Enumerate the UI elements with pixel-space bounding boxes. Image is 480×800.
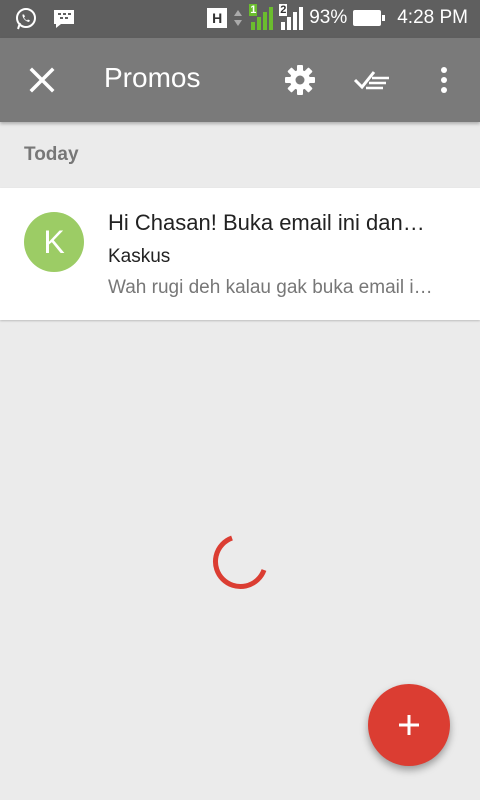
mark-all-read-icon[interactable] [352, 64, 392, 96]
bbm-icon [54, 10, 74, 28]
close-icon[interactable] [24, 62, 60, 98]
clock: 4:28 PM [397, 7, 468, 28]
plus-icon [399, 715, 419, 735]
sim1-signal-icon: 1 [249, 4, 274, 30]
mail-snippet: Wah rugi deh kalau gak buka email i… [108, 277, 433, 298]
mail-list-item[interactable]: K Hi Chasan! Buka email ini dan… Kaskus … [0, 188, 480, 320]
whatsapp-icon [16, 8, 36, 30]
mail-subject: Hi Chasan! Buka email ini dan… [108, 210, 425, 235]
sim2-signal-icon: 2 [279, 4, 304, 30]
page-title: Promos [104, 62, 201, 93]
sender-avatar[interactable]: K [24, 212, 84, 272]
settings-gear-icon[interactable] [282, 62, 318, 98]
data-arrows-icon [234, 10, 243, 26]
more-vert-icon[interactable] [430, 62, 458, 98]
battery-icon [353, 10, 386, 26]
compose-button[interactable] [368, 684, 450, 766]
toolbar: Promos [0, 38, 480, 122]
section-header-today: Today [24, 144, 79, 165]
loading-spinner-icon [213, 535, 267, 589]
network-type-icon: H [207, 8, 228, 28]
mail-sender: Kaskus [108, 246, 171, 267]
battery-percent: 93% [309, 7, 348, 28]
status-bar: H 1 2 93% 4:28 PM [0, 0, 480, 38]
